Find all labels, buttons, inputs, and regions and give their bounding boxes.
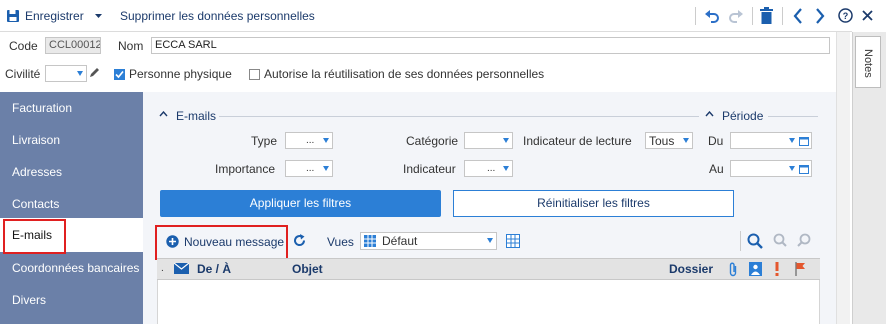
code-label: Code xyxy=(9,39,38,53)
search-icon[interactable] xyxy=(747,233,763,249)
column-dossier[interactable]: Dossier xyxy=(669,262,713,276)
nom-label: Nom xyxy=(118,39,144,53)
au-label: Au xyxy=(709,162,724,176)
save-button[interactable]: Enregistrer xyxy=(25,9,84,23)
categorie-label: Catégorie xyxy=(406,134,459,148)
chevron-down-icon xyxy=(487,238,493,243)
collapse-periode-icon[interactable] xyxy=(705,111,714,117)
sidebar-item-livraison[interactable]: Livraison xyxy=(0,124,143,156)
trash-icon[interactable] xyxy=(760,7,773,24)
chevron-down-icon xyxy=(77,71,83,76)
emails-section-title: E-mails xyxy=(176,109,217,123)
calendar-icon[interactable] xyxy=(799,136,809,146)
indicateur-select-value: ... xyxy=(487,163,496,174)
email-grid-body xyxy=(157,280,820,324)
reuse-data-label: Autorise la réutilisation de ses données… xyxy=(264,67,545,81)
image-icon[interactable] xyxy=(749,262,762,276)
vues-select-value: Défaut xyxy=(382,234,418,248)
calendar-icon[interactable] xyxy=(799,164,809,174)
flag-icon[interactable] xyxy=(795,262,806,276)
periode-section-rule xyxy=(768,116,818,117)
sidebar-item-contacts[interactable]: Contacts xyxy=(0,188,143,220)
sidebar-item-adresses[interactable]: Adresses xyxy=(0,156,143,188)
apply-filters-button[interactable]: Appliquer les filtres xyxy=(160,190,441,217)
chevron-down-icon xyxy=(323,166,329,171)
nom-field[interactable]: ECCA SARL xyxy=(151,37,830,54)
code-field[interactable]: CCL00012 xyxy=(45,37,101,54)
chevron-down-icon xyxy=(503,166,509,171)
chevron-down-icon xyxy=(789,166,795,171)
au-date-field[interactable] xyxy=(730,160,812,177)
reuse-data-checkbox[interactable] xyxy=(249,69,260,80)
attachment-icon[interactable] xyxy=(728,262,738,277)
civilite-select[interactable] xyxy=(45,65,87,82)
type-label: Type xyxy=(251,134,278,148)
sidebar-item-divers[interactable]: Divers xyxy=(0,284,143,316)
save-dropdown-icon[interactable] xyxy=(95,14,102,18)
sidebar-item-coordonnees-bancaires[interactable]: Coordonnées bancaires xyxy=(0,252,143,284)
toolbar-divider xyxy=(695,7,696,25)
edit-pencil-icon[interactable] xyxy=(89,66,101,78)
column-objet[interactable]: Objet xyxy=(292,262,323,276)
view-settings-icon[interactable] xyxy=(506,234,520,248)
notes-tab[interactable]: Notes xyxy=(855,36,881,88)
help-icon[interactable]: ? xyxy=(838,8,853,23)
indicateur-lecture-label: Indicateur de lecture xyxy=(523,134,632,148)
close-icon[interactable] xyxy=(862,10,873,21)
top-toolbar: Enregistrer Supprimer les données person… xyxy=(0,0,873,32)
personne-physique-checkbox[interactable] xyxy=(114,69,125,80)
chevron-down-icon xyxy=(323,138,329,143)
importance-select-value: ... xyxy=(306,163,315,174)
search-previous-icon[interactable] xyxy=(772,233,787,248)
redo-icon[interactable] xyxy=(728,9,744,23)
sidebar: Facturation Livraison Adresses Contacts … xyxy=(0,92,143,324)
categorie-select[interactable] xyxy=(464,132,513,149)
envelope-icon xyxy=(174,263,189,274)
column-de-a[interactable]: De / À xyxy=(197,262,231,276)
refresh-icon[interactable] xyxy=(292,233,307,248)
civilite-label: Civilité xyxy=(5,67,41,81)
search-next-icon[interactable] xyxy=(797,233,812,248)
type-select[interactable]: ... xyxy=(285,132,333,149)
toolbar-divider xyxy=(740,231,741,251)
collapse-emails-icon[interactable] xyxy=(159,111,168,117)
indicateur-label: Indicateur xyxy=(403,162,456,176)
right-scrollbar[interactable] xyxy=(836,32,850,324)
toolbar-divider xyxy=(752,7,753,25)
indicateur-select[interactable]: ... xyxy=(464,160,513,177)
indicateur-lecture-select[interactable]: Tous xyxy=(645,132,693,149)
importance-icon[interactable] xyxy=(775,262,779,276)
row-marker-column: . xyxy=(161,263,164,274)
vues-label: Vues xyxy=(327,235,354,249)
chevron-down-icon xyxy=(789,138,795,143)
reset-filters-button[interactable]: Réinitialiser les filtres xyxy=(453,190,734,217)
undo-icon[interactable] xyxy=(704,9,720,23)
du-label: Du xyxy=(708,134,724,148)
save-icon[interactable] xyxy=(6,9,20,23)
toolbar-divider xyxy=(782,7,783,25)
svg-text:?: ? xyxy=(843,11,849,21)
emails-highlight-box xyxy=(3,219,66,254)
indicateur-lecture-value: Tous xyxy=(649,134,675,148)
email-grid-header: . De / À Objet Dossier xyxy=(157,258,820,280)
type-select-value: ... xyxy=(306,135,315,146)
sidebar-item-facturation[interactable]: Facturation xyxy=(0,92,143,124)
vues-select[interactable]: Défaut xyxy=(360,232,497,250)
next-icon[interactable] xyxy=(815,8,825,24)
periode-section-title: Période xyxy=(722,109,764,123)
chevron-down-icon xyxy=(503,138,509,143)
notes-tab-label: Notes xyxy=(862,49,874,78)
chevron-down-icon xyxy=(683,138,689,143)
previous-icon[interactable] xyxy=(793,8,803,24)
grid-view-icon xyxy=(364,235,376,247)
importance-select[interactable]: ... xyxy=(285,160,333,177)
emails-section-rule xyxy=(219,116,699,117)
du-date-field[interactable] xyxy=(730,132,812,149)
delete-personal-data-button[interactable]: Supprimer les données personnelles xyxy=(120,9,315,23)
personne-physique-label: Personne physique xyxy=(129,67,232,81)
importance-label: Importance xyxy=(215,162,276,176)
new-message-highlight-box xyxy=(155,225,288,260)
